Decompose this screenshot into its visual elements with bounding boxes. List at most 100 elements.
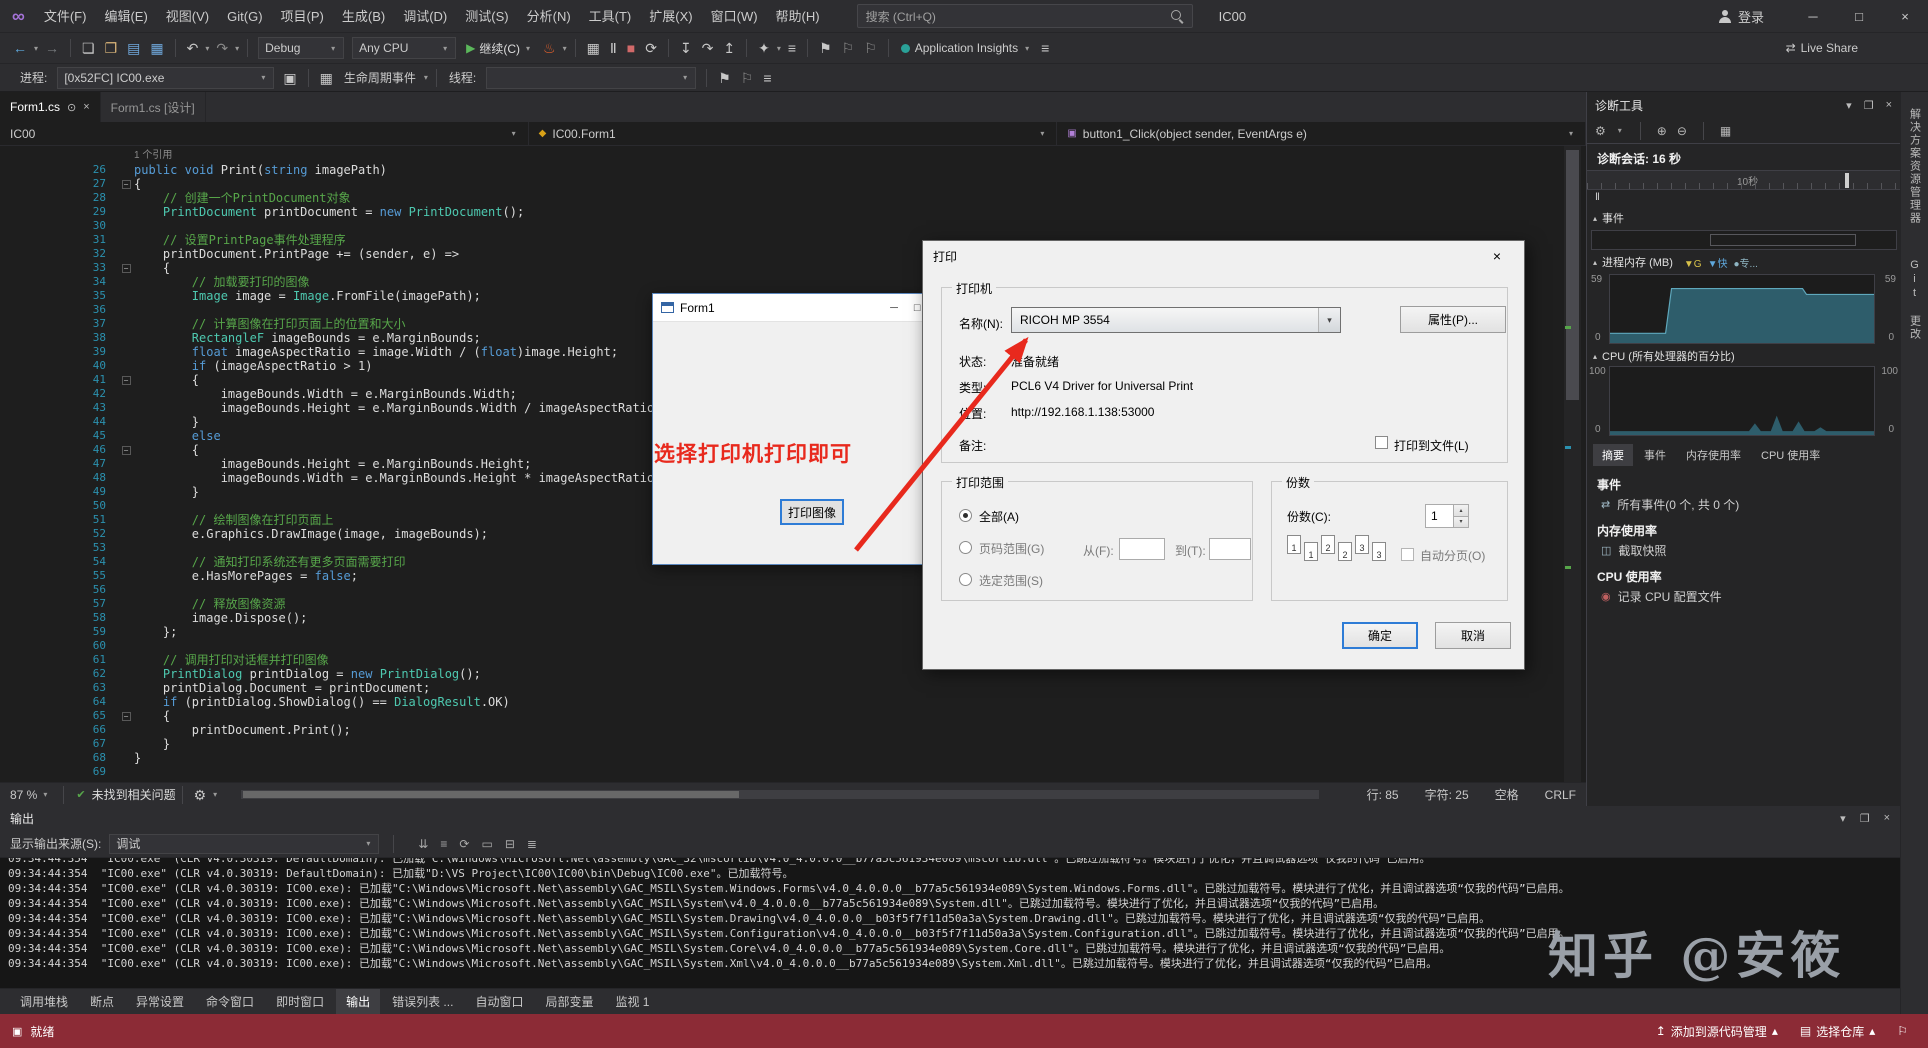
gear-icon[interactable]: ⚙ xyxy=(194,788,207,802)
maximize-button[interactable]: □ xyxy=(1836,0,1882,33)
add-to-source-control-button[interactable]: ↥ 添加到源代码管理 ▴ xyxy=(1656,1023,1778,1040)
application-insights-button[interactable]: Application Insights ▾ ≡ xyxy=(900,41,1055,55)
step-over-icon[interactable]: ↷ xyxy=(702,41,714,55)
breadcrumb-class-dropdown[interactable]: ◆ IC00.Form1 ▾ xyxy=(529,122,1058,145)
menu-item[interactable]: 调试(D) xyxy=(394,0,456,33)
editor-horizontal-scrollbar[interactable] xyxy=(241,790,1319,799)
stop-icon[interactable]: ■ xyxy=(627,41,635,55)
live-share-button[interactable]: ⇄ Live Share xyxy=(1786,41,1858,55)
diagnostics-tab[interactable]: CPU 使用率 xyxy=(1752,444,1829,466)
chevron-down-icon[interactable]: ▾ xyxy=(563,44,567,53)
close-panel-icon[interactable]: × xyxy=(1886,99,1892,112)
hot-reload-icon[interactable]: ♨ xyxy=(543,41,556,55)
fold-collapse-icon[interactable]: − xyxy=(121,376,131,385)
chevron-down-icon[interactable]: ▾ xyxy=(235,44,239,53)
output-source-dropdown[interactable]: 调试 ▾ xyxy=(109,833,380,854)
fold-collapse-icon[interactable]: − xyxy=(121,180,131,189)
lifecycle-events-icon[interactable]: ▦ xyxy=(320,71,333,85)
chevron-down-icon[interactable]: ▾ xyxy=(424,73,428,82)
autoscroll-icon[interactable]: ⇊ xyxy=(418,837,428,851)
lines-icon[interactable]: ≣ xyxy=(527,837,537,851)
panel-tab[interactable]: 命令窗口 xyxy=(196,989,264,1014)
graph-icon[interactable]: ▦ xyxy=(587,41,600,55)
bookmark-icon[interactable]: ⚑ xyxy=(819,41,832,55)
open-file-icon[interactable]: ❐ xyxy=(105,41,118,55)
fold-collapse-icon[interactable]: − xyxy=(121,446,131,455)
show-all-events-link[interactable]: ⇄ 所有事件(0 个, 共 0 个) xyxy=(1601,496,1739,513)
nav-back-icon[interactable]: ← xyxy=(13,41,27,55)
copies-stepper[interactable]: 1 ▴ ▾ xyxy=(1425,504,1469,528)
chart-icon[interactable]: ▦ xyxy=(1720,124,1731,138)
scrollbar-thumb[interactable] xyxy=(1566,150,1579,400)
timeline-ruler[interactable]: 10秒 xyxy=(1587,170,1900,190)
print-image-button[interactable]: 打印图像 xyxy=(780,499,844,525)
break-all-icon[interactable]: Ⅱ xyxy=(610,41,617,55)
panel-tab[interactable]: 断点 xyxy=(80,989,124,1014)
collate-checkbox[interactable] xyxy=(1401,548,1414,561)
save-icon[interactable]: ▤ xyxy=(127,41,140,55)
form1-title-bar[interactable]: Form1 ─ □ × xyxy=(653,294,951,322)
panel-tab[interactable]: 错误列表 ... xyxy=(382,989,463,1014)
zoom-level-dropdown[interactable]: 87 % ▾ xyxy=(10,788,49,802)
panel-tab[interactable]: 监视 1 xyxy=(605,989,659,1014)
scrollbar-thumb[interactable] xyxy=(243,791,739,798)
pause-icon[interactable]: Ⅱ xyxy=(1595,192,1600,203)
minimize-button[interactable]: ─ xyxy=(1790,0,1836,33)
cpu-section-header[interactable]: ▴ CPU (所有处理器的百分比) xyxy=(1593,348,1735,364)
breadcrumb-member-dropdown[interactable]: ▣ button1_Click(object sender, EventArgs… xyxy=(1057,122,1587,145)
panel-tab[interactable]: 局部变量 xyxy=(535,989,603,1014)
panel-tab[interactable]: 输出 xyxy=(336,989,381,1014)
menu-item[interactable]: 扩展(X) xyxy=(640,0,701,33)
solution-config-dropdown[interactable]: Debug ▾ xyxy=(258,37,345,59)
chevron-down-icon[interactable]: ▾ xyxy=(1840,812,1846,825)
pin-icon[interactable]: ⊙ xyxy=(67,101,76,114)
fold-collapse-icon[interactable]: − xyxy=(121,264,131,273)
minimize-button[interactable]: ─ xyxy=(890,302,898,314)
timeline-marker[interactable] xyxy=(1845,173,1849,188)
memory-section-header[interactable]: ▴ 进程内存 (MB) ▼G ▼快 ●专... xyxy=(1593,254,1758,270)
redo-icon[interactable]: ↷ xyxy=(216,41,228,55)
print-to-file-checkbox[interactable] xyxy=(1375,436,1388,449)
record-cpu-profile-link[interactable]: ◉ 记录 CPU 配置文件 xyxy=(1601,588,1722,605)
process-dropdown[interactable]: [0x52FC] IC00.exe ▾ xyxy=(57,66,275,89)
undo-icon[interactable]: ↶ xyxy=(187,41,199,55)
spin-down-icon[interactable]: ▾ xyxy=(1454,516,1468,527)
menu-item[interactable]: 帮助(H) xyxy=(767,0,829,33)
form1-window[interactable]: Form1 ─ □ × 打印图像 xyxy=(652,293,952,565)
menu-item[interactable]: 编辑(E) xyxy=(95,0,156,33)
zoom-in-icon[interactable]: ⊕ xyxy=(1657,124,1667,138)
thread-dropdown[interactable]: ▾ xyxy=(486,66,697,89)
menu-item[interactable]: 项目(P) xyxy=(272,0,333,33)
stack-frame-icon[interactable]: ≡ xyxy=(763,71,771,85)
chevron-down-icon[interactable]: ▾ xyxy=(1846,99,1852,112)
solution-platform-dropdown[interactable]: Any CPU ▾ xyxy=(352,37,457,59)
sign-in-link[interactable]: 登录 xyxy=(1738,7,1764,26)
range-pages-radio[interactable] xyxy=(959,541,972,554)
breadcrumb-project-dropdown[interactable]: IC00 ▾ xyxy=(0,122,529,145)
search-box[interactable]: 搜索 (Ctrl+Q) xyxy=(856,4,1193,28)
maximize-button[interactable]: □ xyxy=(914,302,921,314)
restore-panel-icon[interactable]: ❐ xyxy=(1864,99,1874,112)
panel-tab[interactable]: 调用堆栈 xyxy=(10,989,78,1014)
flag-thread-icon[interactable]: ⚑ xyxy=(718,71,731,85)
close-tab-icon[interactable]: × xyxy=(83,101,89,113)
printer-properties-button[interactable]: 属性(P)... xyxy=(1400,306,1506,333)
diagnostics-tab[interactable]: 摘要 xyxy=(1593,444,1633,466)
range-all-radio[interactable] xyxy=(959,509,972,522)
flag-icon[interactable]: ⚐ xyxy=(741,71,754,85)
options-list-icon[interactable]: ≡ xyxy=(788,41,796,55)
memory-badge[interactable]: ▼G xyxy=(1684,259,1702,270)
chevron-down-icon[interactable]: ▾ xyxy=(34,44,38,53)
word-wrap-icon[interactable]: ≡ xyxy=(440,837,447,851)
chevron-down-icon[interactable]: ▾ xyxy=(205,44,209,53)
tool-window-tab[interactable]: Git 更改 xyxy=(1907,259,1923,341)
restart-icon[interactable]: ⟳ xyxy=(645,41,657,55)
eol-indicator[interactable]: CRLF xyxy=(1545,788,1576,802)
close-button[interactable]: × xyxy=(1480,248,1514,264)
print-dialog-title-bar[interactable]: 打印 × xyxy=(923,241,1524,271)
select-repository-button[interactable]: ▤ 选择仓库 ▴ xyxy=(1800,1023,1875,1040)
gear-icon[interactable]: ⚙ xyxy=(1595,124,1606,138)
close-button[interactable]: × xyxy=(1882,0,1928,33)
panel-tab[interactable]: 异常设置 xyxy=(126,989,194,1014)
refresh-icon[interactable]: ⟳ xyxy=(459,837,469,851)
